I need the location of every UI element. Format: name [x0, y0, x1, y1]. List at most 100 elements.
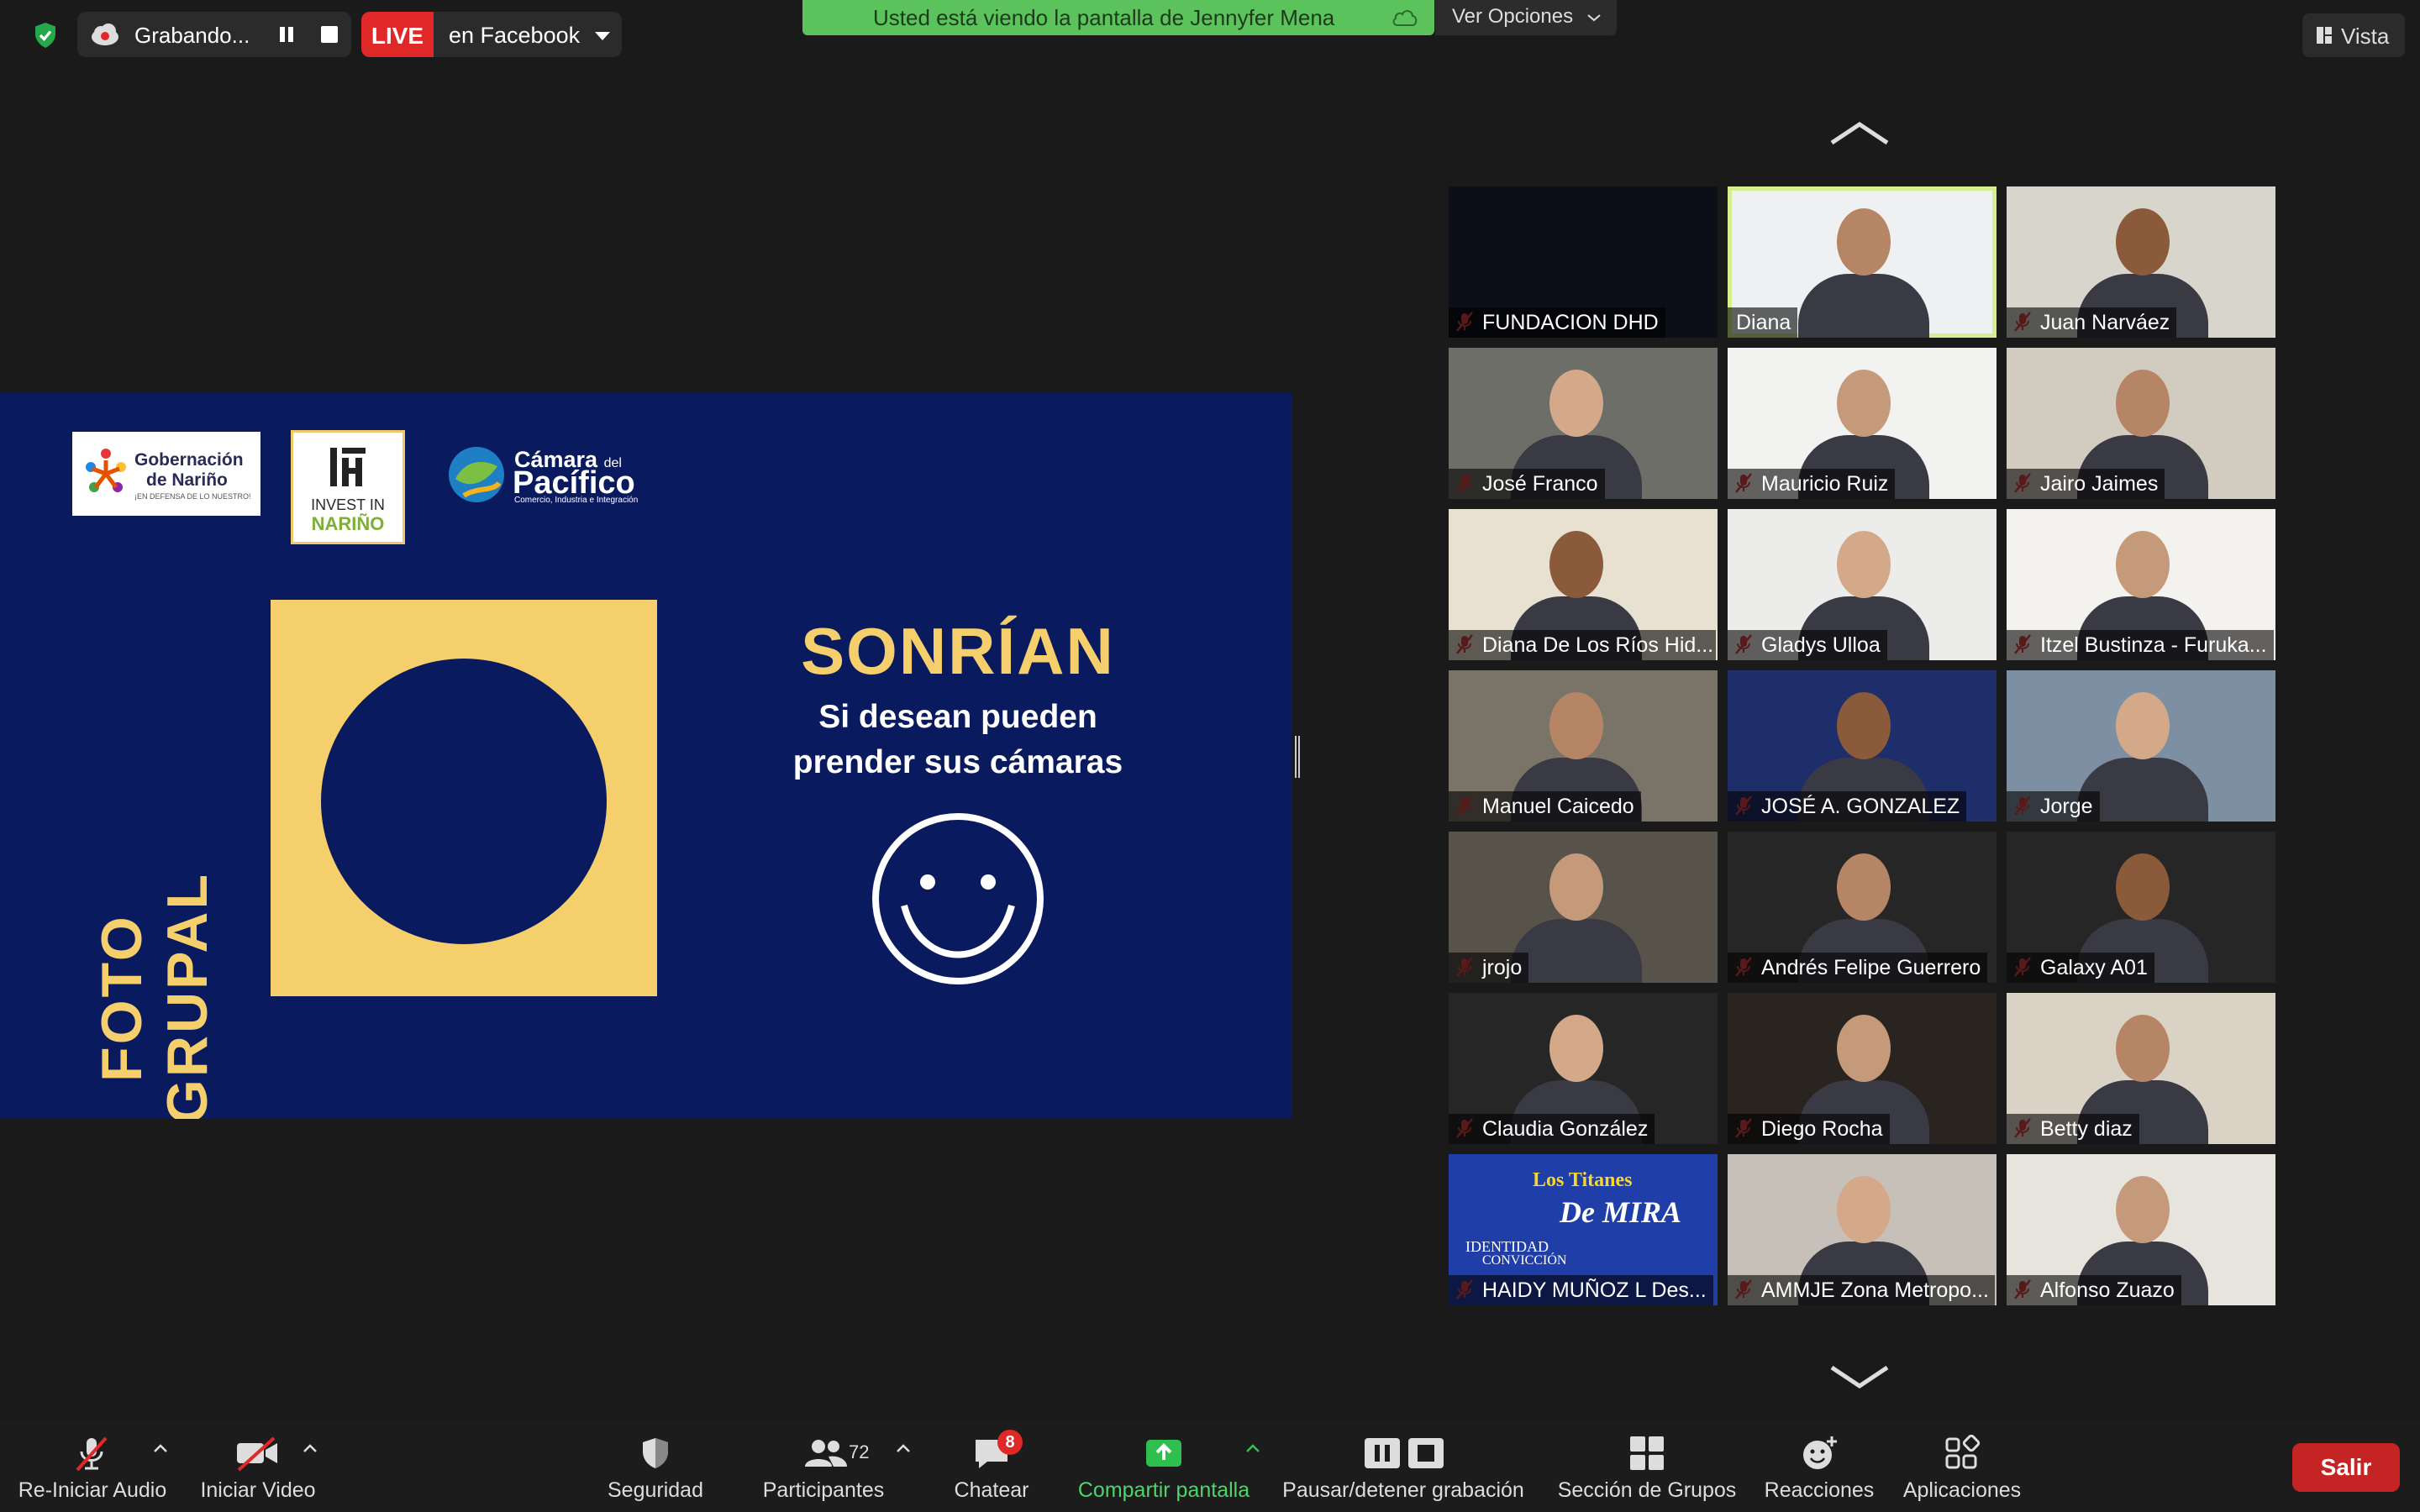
breakout-rooms-button[interactable]: Sección de Grupos: [1546, 1421, 1748, 1512]
participant-tile[interactable]: AMMJE Zona Metropo...: [1728, 1154, 1996, 1305]
view-options-label: Ver Opciones: [1452, 5, 1574, 28]
video-off-icon: [237, 1436, 277, 1472]
participant-tile[interactable]: Alfonso Zuazo: [2007, 1154, 2275, 1305]
invest-line1: INVEST IN: [311, 496, 385, 513]
participant-video-face: [1837, 1015, 1891, 1082]
smiley-icon: [872, 813, 1044, 984]
breakout-label: Sección de Grupos: [1557, 1478, 1737, 1502]
participant-tile[interactable]: Manuel Caicedo: [1449, 670, 1718, 822]
share-screen-label: Compartir pantalla: [1077, 1478, 1250, 1502]
view-button[interactable]: Vista: [2302, 13, 2405, 57]
audio-label: Re-Iniciar Audio: [18, 1478, 167, 1502]
globe-icon: [449, 447, 504, 502]
participant-video-face: [1837, 370, 1891, 437]
participant-tile[interactable]: Juan Narváez: [2007, 186, 2275, 338]
participant-name: Galaxy A01: [2007, 953, 2154, 983]
live-badge: LIVE: [361, 12, 434, 57]
participant-tile[interactable]: Itzel Bustinza - Furuka...: [2007, 509, 2275, 660]
participant-name: Manuel Caicedo: [1449, 791, 1641, 822]
invest-mark-icon: [330, 448, 366, 486]
participant-name: Itzel Bustinza - Furuka...: [2007, 630, 2274, 660]
stop-recording-icon[interactable]: [321, 26, 338, 43]
slide-vertical-title: FOTO GRUPAL: [90, 871, 219, 1119]
participant-tile[interactable]: Betty diaz: [2007, 993, 2275, 1144]
participant-name: jrojo: [1449, 953, 1529, 983]
chat-button[interactable]: 8 Chatear: [933, 1421, 1050, 1512]
participant-tile[interactable]: Diana De Los Ríos Hid...: [1449, 509, 1718, 660]
participant-name: AMMJE Zona Metropo...: [1728, 1275, 1995, 1305]
tile-overlay-text: CONVICCIÓN: [1482, 1253, 1567, 1268]
participant-tile[interactable]: FUNDACION DHD: [1449, 186, 1718, 338]
leave-button[interactable]: Salir: [2292, 1443, 2400, 1492]
emoji-plus-icon: [1803, 1436, 1837, 1469]
participant-video-face: [1837, 853, 1891, 921]
share-screen-icon: [1146, 1440, 1181, 1467]
chevron-up-icon[interactable]: [1828, 121, 1891, 146]
participant-tile[interactable]: Claudia González: [1449, 993, 1718, 1144]
chevron-up-icon[interactable]: [1245, 1443, 1260, 1453]
tile-overlay-text: Los Titanes: [1533, 1169, 1633, 1191]
record-control-button[interactable]: Pausar/detener grabación: [1277, 1421, 1529, 1512]
participant-video-face: [2116, 692, 2170, 759]
participant-tile[interactable]: JOSÉ A. GONZALEZ: [1728, 670, 1996, 822]
participant-name: HAIDY MUÑOZ L Des...: [1449, 1275, 1713, 1305]
shared-screen: Gobernación de Nariño ¡EN DEFENSA DE LO …: [0, 393, 1292, 1119]
participant-tile[interactable]: Mauricio Ruiz: [1728, 348, 1996, 499]
participant-video-body: [1798, 274, 1929, 338]
gobernacion-tagline: ¡EN DEFENSA DE LO NUESTRO!: [134, 492, 251, 501]
participant-name: José Franco: [1449, 469, 1605, 499]
participant-tile[interactable]: Los Titanes De MIRA IDENTIDAD CONVICCIÓN HAI…: [1449, 1154, 1718, 1305]
view-options-button[interactable]: Ver Opciones: [1435, 0, 1617, 35]
participant-video-face: [1837, 1176, 1891, 1243]
participant-tile[interactable]: Jorge: [2007, 670, 2275, 822]
participant-tile[interactable]: Andrés Felipe Guerrero: [1728, 832, 1996, 983]
participant-video-face: [1837, 531, 1891, 598]
participant-video-face: [1549, 370, 1603, 437]
resize-handle[interactable]: [1295, 736, 1300, 778]
pause-recording-icon[interactable]: [277, 25, 296, 44]
reactions-button[interactable]: Reacciones: [1756, 1421, 1882, 1512]
video-button[interactable]: Iniciar Video: [187, 1421, 329, 1512]
gobernacion-line1: Gobernación: [134, 450, 244, 470]
security-button[interactable]: Seguridad: [588, 1421, 723, 1512]
reactions-label: Reacciones: [1764, 1478, 1875, 1502]
participant-tile[interactable]: Jairo Jaimes: [2007, 348, 2275, 499]
participant-video-body: [1511, 919, 1642, 983]
camara-tagline: Comercio, Industria e Integración: [514, 496, 639, 505]
chevron-down-icon[interactable]: [1828, 1364, 1891, 1389]
screen-share-banner: Usted está viendo la pantalla de Jennyfe…: [802, 0, 1434, 35]
participant-tile[interactable]: Galaxy A01: [2007, 832, 2275, 983]
live-stream-menu[interactable]: LIVE en Facebook: [361, 12, 622, 57]
grid-icon: [1630, 1436, 1664, 1470]
chevron-up-icon[interactable]: [302, 1443, 318, 1453]
share-screen-button[interactable]: Compartir pantalla: [1067, 1421, 1260, 1512]
participant-name: Andrés Felipe Guerrero: [1728, 953, 1988, 983]
apps-button[interactable]: Aplicaciones: [1891, 1421, 2033, 1512]
participant-tile[interactable]: Diego Rocha: [1728, 993, 1996, 1144]
participants-button[interactable]: 72 Participantes: [748, 1421, 910, 1512]
chat-badge: 8: [997, 1430, 1023, 1455]
participant-video-face: [1549, 692, 1603, 759]
participant-video-face: [2116, 208, 2170, 276]
chevron-up-icon[interactable]: [896, 1443, 911, 1453]
participant-tile[interactable]: Gladys Ulloa: [1728, 509, 1996, 660]
record-control-label: Pausar/detener grabación: [1282, 1478, 1524, 1502]
shield-icon: [643, 1438, 668, 1468]
participant-tile[interactable]: Diana: [1728, 186, 1996, 338]
tile-overlay-text: De MIRA: [1560, 1195, 1682, 1229]
participant-video-face: [2116, 370, 2170, 437]
slide-headline: SONRÍAN: [801, 614, 1115, 688]
participant-tile[interactable]: jrojo: [1449, 832, 1718, 983]
participant-name: Jorge: [2007, 791, 2100, 822]
shield-icon[interactable]: [30, 20, 60, 50]
slide-subtitle-line2: prender sus cámaras: [792, 744, 1123, 780]
chevron-up-icon[interactable]: [153, 1443, 168, 1453]
participant-video-face: [2116, 853, 2170, 921]
recording-label: Grabando...: [134, 23, 250, 48]
chevron-down-icon[interactable]: [595, 32, 610, 40]
participant-tile[interactable]: José Franco: [1449, 348, 1718, 499]
participant-video-face: [2116, 1176, 2170, 1243]
blue-circle: [321, 659, 607, 944]
audio-button[interactable]: Re-Iniciar Audio: [0, 1421, 185, 1512]
participant-video-face: [1549, 531, 1603, 598]
